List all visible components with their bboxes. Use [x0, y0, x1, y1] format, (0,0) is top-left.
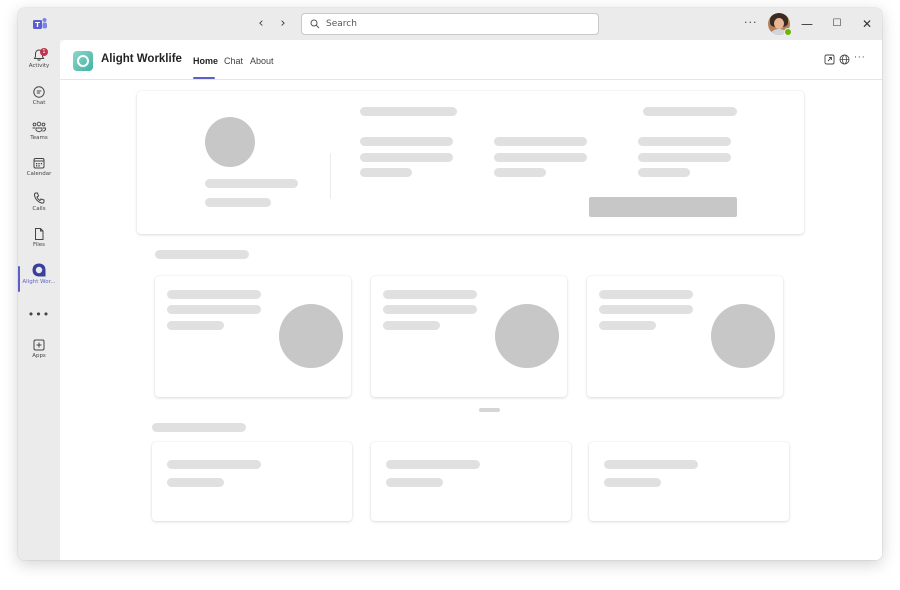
skeleton-line	[360, 153, 453, 162]
skeleton-line	[205, 198, 271, 207]
search-placeholder: Search	[326, 19, 357, 29]
action-button-skeleton	[589, 197, 737, 217]
rail-item-alight-worklife[interactable]: Alight Wor...	[18, 262, 60, 296]
skeleton-line	[494, 153, 587, 162]
rail-label: Chat	[32, 100, 46, 106]
tab-home[interactable]: Home	[193, 56, 218, 66]
title-bar: T ‹ › Search ··· — ☐ ✕	[18, 8, 882, 40]
teams-logo-icon[interactable]: T	[32, 16, 48, 32]
plus-square-icon	[33, 339, 45, 351]
alight-icon	[32, 263, 46, 277]
rail-item-files[interactable]: Files	[18, 227, 60, 261]
forward-button[interactable]: ›	[274, 15, 292, 33]
skeleton-line	[599, 305, 693, 314]
rail-item-chat[interactable]: Chat	[18, 85, 60, 119]
svg-text:T: T	[35, 21, 40, 29]
rail-label: Calls	[32, 206, 46, 212]
active-tab-indicator	[193, 77, 215, 79]
tile-image-skeleton	[279, 304, 343, 368]
rail-label: Files	[32, 242, 46, 248]
skeleton-line	[383, 305, 477, 314]
app-rail: 1 Activity Chat Teams Calendar Calls Fil…	[18, 40, 60, 560]
back-button[interactable]: ‹	[252, 15, 270, 33]
skeleton-line	[205, 179, 298, 188]
tile-card-skeleton	[155, 276, 351, 397]
skeleton-line	[167, 321, 224, 330]
active-indicator	[18, 266, 20, 292]
app-header: Alight Worklife Home Chat About ···	[60, 40, 882, 80]
skeleton-line	[167, 478, 224, 487]
rail-item-calls[interactable]: Calls	[18, 191, 60, 225]
list-card-skeleton	[152, 442, 352, 521]
skeleton-line	[638, 168, 690, 177]
rail-label: Alight Wor...	[22, 279, 56, 285]
app-title: Alight Worklife	[101, 53, 182, 65]
tile-card-skeleton	[587, 276, 783, 397]
carousel-indicator[interactable]	[479, 408, 500, 412]
rail-item-activity[interactable]: 1 Activity	[18, 48, 60, 82]
more-options-button[interactable]: ···	[744, 16, 758, 29]
phone-icon	[33, 192, 45, 204]
tile-image-skeleton	[711, 304, 775, 368]
file-icon	[35, 228, 44, 240]
pop-out-icon[interactable]	[824, 54, 835, 65]
divider	[330, 153, 331, 199]
tab-about[interactable]: About	[250, 56, 274, 66]
close-button[interactable]: ✕	[858, 15, 876, 33]
skeleton-line	[360, 168, 412, 177]
skeleton-line	[360, 137, 453, 146]
tile-image-skeleton	[495, 304, 559, 368]
search-input[interactable]: Search	[301, 13, 599, 35]
rail-item-apps[interactable]: Apps	[18, 338, 60, 372]
skeleton-line	[604, 460, 698, 469]
skeleton-line	[386, 478, 443, 487]
section-heading-skeleton	[152, 423, 246, 432]
more-apps-button[interactable]: •••	[18, 308, 60, 321]
maximize-button[interactable]: ☐	[828, 15, 846, 33]
skeleton-line	[599, 290, 693, 299]
skeleton-line	[386, 460, 480, 469]
rail-item-calendar[interactable]: Calendar	[18, 156, 60, 190]
skeleton-line	[604, 478, 661, 487]
skeleton-line	[494, 137, 587, 146]
teams-window: T ‹ › Search ··· — ☐ ✕ 1 Activity Chat T…	[18, 8, 882, 560]
rail-label: Activity	[28, 63, 50, 69]
presence-available-icon	[784, 28, 792, 36]
main-content: Alight Worklife Home Chat About ···	[60, 40, 882, 560]
skeleton-line	[599, 321, 656, 330]
rail-label: Calendar	[26, 171, 52, 177]
activity-badge: 1	[40, 48, 48, 56]
list-card-skeleton	[371, 442, 571, 521]
skeleton-line	[167, 305, 261, 314]
skeleton-line	[638, 153, 731, 162]
globe-icon[interactable]	[839, 54, 850, 65]
skeleton-line	[638, 137, 731, 146]
tab-chat[interactable]: Chat	[224, 56, 243, 66]
alight-logo-icon	[73, 51, 93, 71]
skeleton-line	[494, 168, 546, 177]
tile-card-skeleton	[371, 276, 567, 397]
profile-avatar-skeleton	[205, 117, 255, 167]
rail-item-teams[interactable]: Teams	[18, 120, 60, 154]
skeleton-line	[383, 290, 477, 299]
profile-card-skeleton	[137, 91, 804, 234]
list-card-skeleton	[589, 442, 789, 521]
skeleton-line	[643, 107, 737, 116]
search-icon	[310, 19, 320, 29]
skeleton-line	[360, 107, 457, 116]
section-heading-skeleton	[155, 250, 249, 259]
skeleton-line	[167, 290, 261, 299]
teams-icon	[32, 121, 46, 133]
app-more-button[interactable]: ···	[854, 53, 866, 63]
chat-icon	[33, 86, 45, 98]
rail-label: Teams	[30, 135, 48, 141]
rail-label: Apps	[32, 353, 46, 359]
skeleton-line	[383, 321, 440, 330]
skeleton-line	[167, 460, 261, 469]
calendar-icon	[33, 158, 45, 169]
minimize-button[interactable]: —	[798, 15, 816, 33]
